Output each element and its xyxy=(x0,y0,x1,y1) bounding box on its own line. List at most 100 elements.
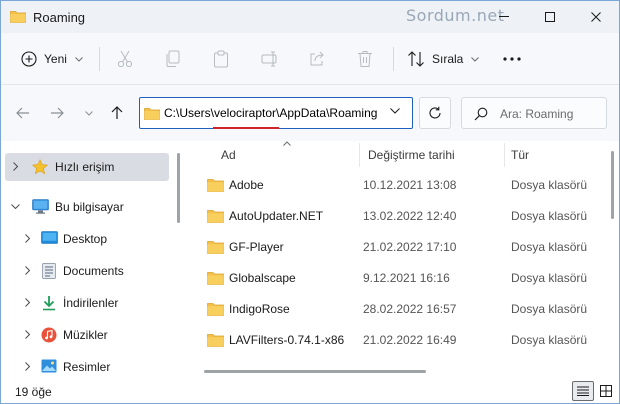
star-icon xyxy=(32,159,48,175)
folder-icon xyxy=(207,303,224,316)
chevron-down-icon xyxy=(471,56,480,62)
forward-button[interactable] xyxy=(45,101,69,125)
item-count: 19 öğe xyxy=(15,385,52,399)
file-type: Dosya klasörü xyxy=(511,178,588,192)
file-date: 21.02.2022 16:49 xyxy=(363,333,457,347)
back-button[interactable] xyxy=(11,101,35,125)
nav-label: İndirilenler xyxy=(63,296,119,310)
rename-button[interactable] xyxy=(261,45,279,73)
share-button[interactable] xyxy=(309,45,325,73)
window-title: Roaming xyxy=(33,10,86,25)
file-type: Dosya klasörü xyxy=(511,240,588,254)
nav-item-this-pc[interactable]: Bu bilgisayar xyxy=(5,193,169,221)
plus-circle-icon xyxy=(21,51,37,67)
copy-button[interactable] xyxy=(165,45,181,73)
details-view-icon xyxy=(577,386,589,396)
file-name: Adobe xyxy=(229,178,264,192)
chevron-right-icon[interactable] xyxy=(25,234,30,243)
chevron-down-icon[interactable] xyxy=(390,108,400,114)
nav-label: Resimler xyxy=(63,360,111,374)
file-name: GF-Player xyxy=(229,240,284,254)
column-header-type[interactable]: Tür xyxy=(505,141,605,171)
details-view-button[interactable] xyxy=(572,381,594,401)
sort-icon xyxy=(408,51,424,67)
documents-icon xyxy=(42,263,56,279)
chevron-down-icon xyxy=(75,56,83,62)
file-row[interactable]: Adobe 10.12.2021 13:08 Dosya klasörü xyxy=(187,170,597,201)
nav-label: Documents xyxy=(63,264,124,278)
arrow-up-icon xyxy=(111,106,123,119)
delete-button[interactable] xyxy=(357,45,373,73)
navigation-pane: Hızlı erişim Bu bilgisayar Desktop Docum… xyxy=(1,141,185,379)
paste-icon xyxy=(214,50,228,68)
chevron-down-icon xyxy=(85,110,93,116)
folder-icon xyxy=(10,11,26,23)
navigation-row: C:\Users\velociraptor\AppData\Roaming Ar… xyxy=(1,85,619,141)
nav-item-downloads[interactable]: İndirilenler xyxy=(5,289,169,317)
chevron-down-icon[interactable] xyxy=(11,204,20,209)
file-row[interactable]: IndigoRose 28.02.2022 16:57 Dosya klasör… xyxy=(187,294,597,325)
more-button[interactable] xyxy=(503,45,521,73)
sort-label: Sırala xyxy=(432,52,464,66)
chevron-right-icon[interactable] xyxy=(13,162,18,171)
delete-icon xyxy=(358,51,372,67)
address-bar[interactable]: C:\Users\velociraptor\AppData\Roaming xyxy=(139,97,413,129)
file-row[interactable]: LAVFilters-0.74.1-x86 21.02.2022 16:49 D… xyxy=(187,325,597,356)
pictures-icon xyxy=(41,359,57,373)
nav-item-music[interactable]: Müzikler xyxy=(5,321,169,349)
folder-icon xyxy=(207,179,224,192)
chevron-right-icon[interactable] xyxy=(25,266,30,275)
file-name: Globalscape xyxy=(229,271,296,285)
divider xyxy=(99,47,100,71)
file-name: IndigoRose xyxy=(229,302,290,316)
nav-item-documents[interactable]: Documents xyxy=(5,257,169,285)
file-type: Dosya klasörü xyxy=(511,333,588,347)
desktop-icon xyxy=(41,231,58,244)
rename-icon xyxy=(261,51,277,67)
new-label: Yeni xyxy=(44,52,67,66)
chevron-right-icon[interactable] xyxy=(25,362,30,371)
folder-icon xyxy=(207,272,224,285)
search-box[interactable]: Ara: Roaming xyxy=(461,97,607,129)
paste-button[interactable] xyxy=(213,45,229,73)
close-button[interactable] xyxy=(573,1,619,33)
file-row[interactable]: Globalscape 9.12.2021 16:16 Dosya klasör… xyxy=(187,263,597,294)
file-type: Dosya klasörü xyxy=(511,209,588,223)
file-list-vertical-scrollbar[interactable] xyxy=(611,151,614,219)
up-button[interactable] xyxy=(105,101,129,125)
close-icon xyxy=(591,12,601,22)
status-bar: 19 öğe xyxy=(1,379,619,403)
chevron-right-icon[interactable] xyxy=(25,330,30,339)
file-type: Dosya klasörü xyxy=(511,302,588,316)
file-date: 28.02.2022 16:57 xyxy=(363,302,457,316)
tiles-view-button[interactable] xyxy=(595,381,617,401)
folder-icon xyxy=(207,241,224,254)
maximize-button[interactable] xyxy=(527,1,573,33)
address-path[interactable]: C:\Users\velociraptor\AppData\Roaming xyxy=(164,106,378,120)
file-list-horizontal-scrollbar[interactable] xyxy=(204,370,426,373)
file-row[interactable]: GF-Player 21.02.2022 17:10 Dosya klasörü xyxy=(187,232,597,263)
download-icon xyxy=(43,296,55,311)
new-button[interactable]: Yeni xyxy=(21,45,83,73)
nav-label: Müzikler xyxy=(63,328,108,342)
file-date: 21.02.2022 17:10 xyxy=(363,240,457,254)
column-header-date[interactable]: Değiştirme tarihi xyxy=(360,141,504,171)
file-row[interactable]: AutoUpdater.NET 13.02.2022 12:40 Dosya k… xyxy=(187,201,597,232)
nav-scrollbar[interactable] xyxy=(177,153,180,223)
refresh-button[interactable] xyxy=(419,97,451,129)
cut-button[interactable] xyxy=(117,45,133,73)
nav-item-pictures[interactable]: Resimler xyxy=(5,353,169,381)
nav-item-desktop[interactable]: Desktop xyxy=(5,225,169,253)
title-bar[interactable]: Roaming Sordum.net xyxy=(1,1,619,33)
chevron-right-icon[interactable] xyxy=(25,298,30,307)
more-icon xyxy=(503,57,521,61)
nav-label: Desktop xyxy=(63,232,108,246)
refresh-icon xyxy=(429,106,441,119)
column-header-name[interactable]: Ad xyxy=(187,141,359,171)
file-name: AutoUpdater.NET xyxy=(229,209,324,223)
recent-locations-button[interactable] xyxy=(77,101,101,125)
minimize-button[interactable] xyxy=(481,1,527,33)
nav-item-quick-access[interactable]: Hızlı erişim xyxy=(5,153,169,181)
divider xyxy=(393,47,394,71)
sort-button[interactable]: Sırala xyxy=(407,45,480,73)
